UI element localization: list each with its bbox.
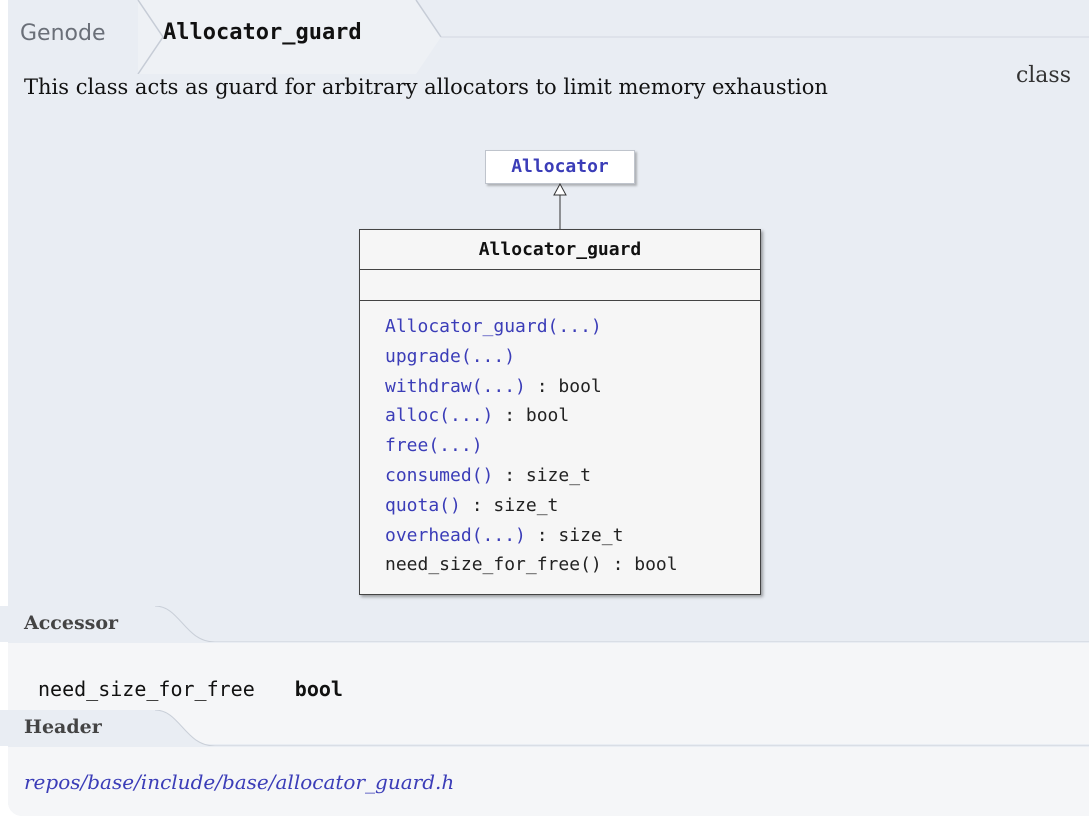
header-section-title: Header [24, 716, 102, 738]
breadcrumb-genode-label[interactable]: Genode [20, 21, 106, 46]
base-class-box[interactable]: Allocator [485, 150, 635, 184]
uml-method-return-type: : bool [601, 554, 678, 576]
uml-method-name[interactable]: withdraw(...) [385, 376, 526, 397]
accessor-type: bool [294, 677, 343, 701]
uml-method-name[interactable]: Allocator_guard(...) [385, 316, 602, 337]
uml-method-name[interactable]: alloc(...) [385, 405, 493, 426]
uml-method-return-type: : size_t [493, 464, 591, 486]
accessor-row: need_size_for_free bool [38, 677, 343, 701]
uml-method-item: overhead(...) : size_t [385, 521, 760, 551]
breadcrumb-item-genode[interactable]: Genode [8, 0, 138, 74]
uml-method-item: consumed() : size_t [385, 461, 760, 491]
uml-method-name[interactable]: overhead(...) [385, 525, 526, 546]
inheritance-arrow [553, 182, 567, 229]
accessor-section-title: Accessor [24, 612, 119, 634]
header-file-link[interactable]: repos/base/include/base/allocator_guard.… [24, 770, 454, 794]
uml-class-name: Allocator_guard [360, 230, 760, 270]
uml-method-name: need_size_for_free() [385, 554, 602, 576]
uml-method-name[interactable]: consumed() [385, 465, 493, 486]
base-class-link[interactable]: Allocator [511, 156, 609, 177]
uml-method-name[interactable]: upgrade(...) [385, 346, 515, 367]
uml-method-item: alloc(...) : bool [385, 401, 760, 431]
uml-method-return-type: : size_t [460, 494, 559, 516]
breadcrumb-current-label: Allocator_guard [163, 20, 362, 45]
uml-method-item: withdraw(...) : bool [385, 372, 760, 402]
uml-method-item: Allocator_guard(...) [385, 312, 760, 342]
uml-attribute-compartment [360, 270, 760, 301]
uml-method-item: need_size_for_free() : bool [385, 550, 760, 580]
uml-method-item: quota() : size_t [385, 491, 760, 521]
header-section-header: Header [0, 710, 1089, 746]
accessor-section-tab [0, 606, 1089, 642]
accessor-section-header: Accessor [0, 606, 1089, 642]
uml-method-return-type: : size_t [525, 524, 624, 546]
uml-method-return-type: : bool [493, 405, 570, 427]
uml-class-box: Allocator_guard Allocator_guard(...)upgr… [359, 229, 761, 595]
uml-method-name[interactable]: quota() [385, 495, 461, 516]
uml-method-item: upgrade(...) [385, 342, 760, 372]
class-description: This class acts as guard for arbitrary a… [24, 75, 828, 99]
uml-method-item: free(...) [385, 431, 760, 461]
uml-method-name[interactable]: free(...) [385, 435, 483, 456]
header-section-tab [0, 710, 1089, 746]
accessor-name: need_size_for_free [38, 677, 255, 701]
kind-label: class [1015, 63, 1071, 88]
uml-method-list: Allocator_guard(...) upgrade(...) withdraw… [360, 301, 760, 580]
uml-method-return-type: : bool [525, 375, 602, 397]
